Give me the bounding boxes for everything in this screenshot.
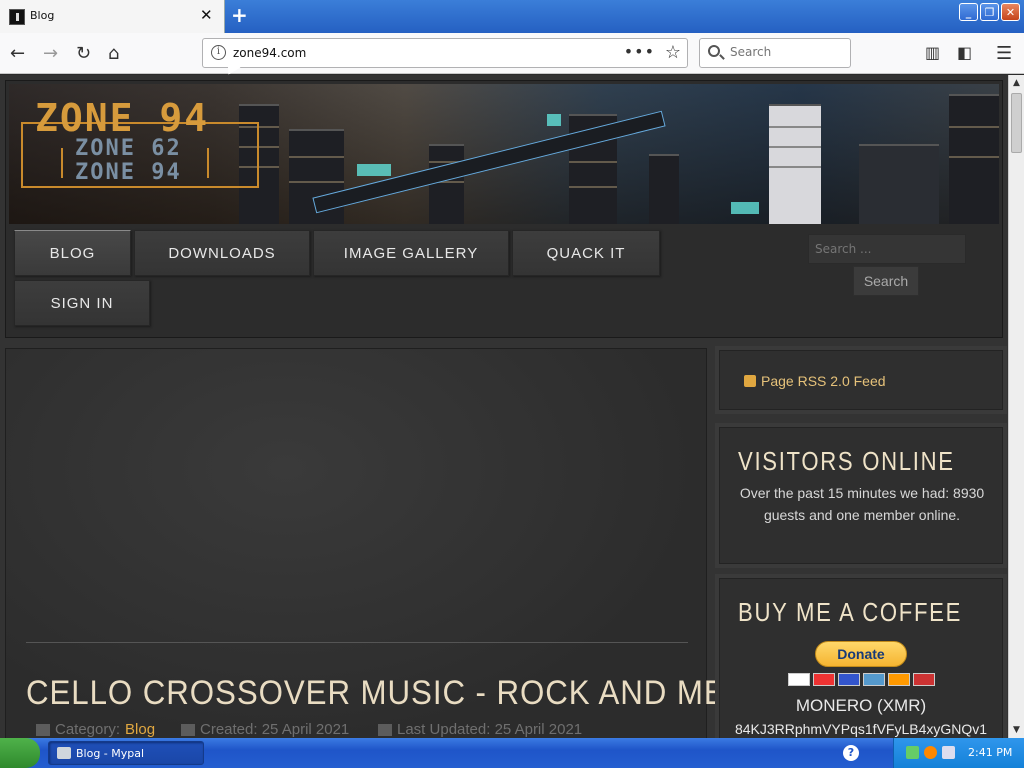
article-updated: Last Updated: 25 April 2021 <box>378 721 582 738</box>
site-logo[interactable]: ZONE 94 <box>35 96 209 140</box>
site-info-icon[interactable]: i <box>211 45 226 60</box>
security-icon[interactable] <box>924 746 937 759</box>
site-favicon-icon <box>9 9 25 25</box>
rss-feed-link[interactable]: Page RSS 2.0 Feed <box>744 373 886 389</box>
nav-item-sign-in[interactable]: SIGN IN <box>14 280 150 326</box>
library-icon[interactable]: ▥ <box>925 43 940 62</box>
close-window-button[interactable]: ✕ <box>1001 3 1020 21</box>
visa-card-icon <box>788 673 810 686</box>
site-search-input[interactable] <box>809 235 965 263</box>
site-search-button[interactable]: Search <box>853 266 919 296</box>
system-tray: 2:41 PM <box>893 738 1024 768</box>
scroll-up-arrow-icon[interactable]: ▲ <box>1009 75 1024 91</box>
bookmark-star-icon[interactable]: ☆ <box>665 42 681 63</box>
coffee-module: BUY ME A COFFEE Donate MONERO (XMR) 84KJ… <box>719 578 1003 738</box>
minimize-button[interactable]: _ <box>959 3 978 21</box>
back-arrow-icon[interactable]: ← <box>10 43 25 64</box>
scroll-thumb[interactable] <box>1011 93 1022 153</box>
nav-item-blog[interactable]: BLOG <box>14 230 131 276</box>
browser-search-input[interactable] <box>730 45 840 59</box>
coffee-heading: BUY ME A COFFEE <box>738 597 963 627</box>
home-icon[interactable]: ⌂ <box>108 43 119 64</box>
browser-app-icon <box>57 747 71 759</box>
hamburger-menu-icon[interactable]: ☰ <box>996 43 1012 64</box>
browser-search-box[interactable] <box>699 38 851 68</box>
mastercard-icon <box>813 673 835 686</box>
network-icon[interactable] <box>906 746 919 759</box>
visitors-heading: VISITORS ONLINE <box>738 446 955 476</box>
taskbar-window-button[interactable]: Blog - Mypal <box>48 741 204 765</box>
article-category: Category: Blog <box>36 721 155 738</box>
tab-title: Blog <box>30 9 55 22</box>
address-bar[interactable]: i zone94.com ••• ☆ <box>202 38 688 68</box>
monero-address[interactable]: 84KJ3RRphmVYPqs1fVFyLB4xyGNQv1 <box>720 721 1002 737</box>
category-label: Category: <box>55 721 121 738</box>
folder-icon <box>36 723 50 736</box>
visitors-text: Over the past 15 minutes we had: 8930 gu… <box>739 485 985 523</box>
volume-icon[interactable] <box>942 746 955 759</box>
nav-item-image-gallery[interactable]: IMAGE GALLERY <box>313 230 509 276</box>
rss-label[interactable]: Page RSS 2.0 Feed <box>761 373 886 389</box>
reload-icon[interactable]: ↻ <box>76 43 91 64</box>
calendar-icon <box>181 723 195 736</box>
article-divider <box>26 642 688 643</box>
city-banner-image: ZONE 94 ZONE 62 ZONE 94 <box>9 84 999 224</box>
nav-item-downloads[interactable]: DOWNLOADS <box>134 230 310 276</box>
clock: 2:41 PM <box>968 746 1013 759</box>
page-scrollbar[interactable]: ▲ ▼ <box>1008 75 1024 738</box>
new-tab-button[interactable]: + <box>231 3 248 27</box>
donate-button[interactable]: Donate <box>815 641 907 667</box>
article-title[interactable]: CELLO CROSSOVER MUSIC - ROCK AND METAL <box>26 674 783 713</box>
created-date: Created: 25 April 2021 <box>200 721 350 738</box>
start-button[interactable] <box>0 738 40 768</box>
logo-subtitle-2: ZONE 94 <box>75 160 182 185</box>
article-panel: CELLO CROSSOVER MUSIC - ROCK AND METAL C… <box>5 348 783 738</box>
forward-arrow-icon[interactable]: → <box>43 43 58 64</box>
help-icon[interactable]: ? <box>843 745 859 761</box>
maximize-button[interactable]: ❐ <box>980 3 999 21</box>
taskbar-window-label: Blog - Mypal <box>76 746 145 760</box>
windows-taskbar: Blog - Mypal ? 2:41 PM <box>0 738 1024 768</box>
rss-module: Page RSS 2.0 Feed <box>719 350 1003 410</box>
maestro-card-icon <box>838 673 860 686</box>
rss-icon <box>744 375 756 387</box>
window-controls: _ ❐ ✕ <box>959 3 1020 21</box>
browser-toolbar: ← → ↻ ⌂ i zone94.com ••• ☆ ▥ ◧ ☰ <box>0 33 1024 74</box>
discover-card-icon <box>888 673 910 686</box>
sidebar-toggle-icon[interactable]: ◧ <box>957 43 972 62</box>
url-text[interactable]: zone94.com <box>233 46 306 60</box>
calendar-icon <box>378 723 392 736</box>
web-page: ZONE 94 ZONE 62 ZONE 94 BLOG DOWNLOADS I… <box>0 75 1008 738</box>
close-tab-icon[interactable]: ✕ <box>200 6 213 24</box>
site-search-box[interactable] <box>808 234 966 264</box>
payment-cards <box>788 673 935 686</box>
logo-subtitle-1: ZONE 62 <box>75 136 182 161</box>
other-card-icon <box>913 673 935 686</box>
article-created: Created: 25 April 2021 <box>181 721 349 738</box>
page-actions-icon[interactable]: ••• <box>624 42 655 61</box>
site-header: ZONE 94 ZONE 62 ZONE 94 <box>5 80 1003 338</box>
category-link[interactable]: Blog <box>125 721 155 738</box>
monero-label: MONERO (XMR) <box>795 696 927 715</box>
scroll-down-arrow-icon[interactable]: ▼ <box>1009 722 1024 738</box>
browser-tab[interactable]: Blog ✕ <box>0 0 225 33</box>
browser-tab-bar: Blog ✕ + _ ❐ ✕ <box>0 0 1024 33</box>
nav-item-quack-it[interactable]: QUACK IT <box>512 230 660 276</box>
updated-date: Last Updated: 25 April 2021 <box>397 721 583 738</box>
search-icon <box>708 45 720 57</box>
visitors-module: VISITORS ONLINE Over the past 15 minutes… <box>719 427 1003 564</box>
amex-card-icon <box>863 673 885 686</box>
